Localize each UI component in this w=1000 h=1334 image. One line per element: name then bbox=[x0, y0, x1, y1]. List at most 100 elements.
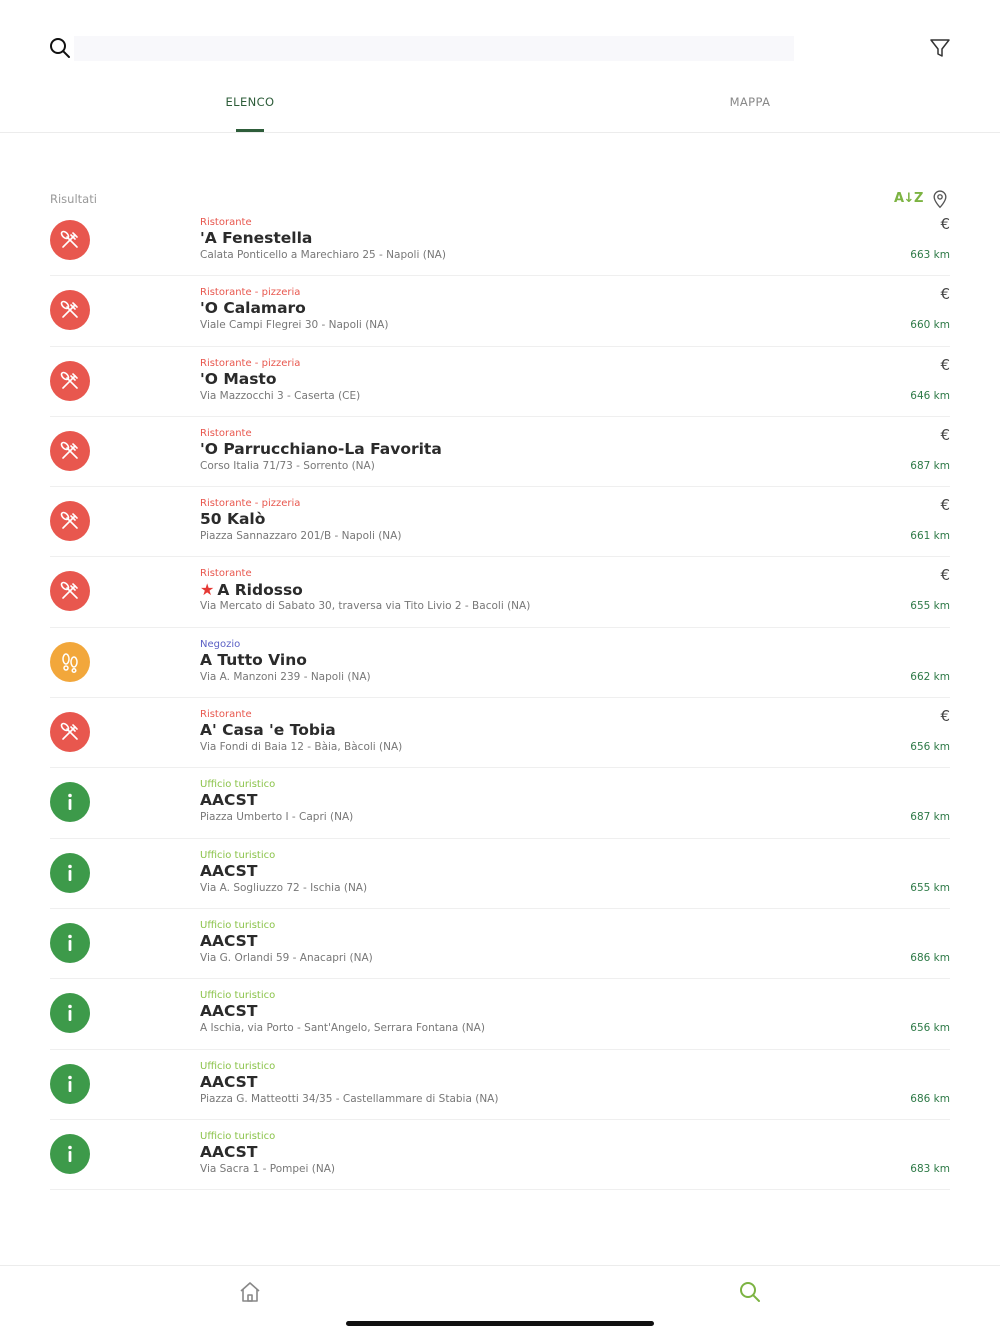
result-row[interactable]: Ufficio turistico AACST Via A. Sogliuzzo 7… bbox=[50, 839, 950, 909]
top-bar bbox=[0, 0, 1000, 80]
tab-elenco[interactable]: ELENCO bbox=[200, 80, 300, 133]
result-name: 'O Masto bbox=[200, 370, 277, 388]
result-category: Ristorante bbox=[200, 217, 252, 228]
result-name-text: 'A Fenestella bbox=[200, 229, 313, 247]
home-indicator bbox=[346, 1321, 654, 1326]
result-row[interactable]: Ristorante ★ A Ridosso Via Mercato di Sabat… bbox=[50, 557, 950, 628]
search-icon[interactable] bbox=[48, 36, 72, 60]
result-name-text: AACST bbox=[200, 1072, 258, 1091]
result-name-text: 'O Masto bbox=[200, 369, 277, 388]
restaurant-badge bbox=[50, 430, 90, 471]
result-name: A Tutto Vino bbox=[200, 651, 307, 669]
result-name: 'O Parrucchiano-La Favorita bbox=[200, 440, 442, 458]
result-address: Piazza Sannazzaro 201/B - Napoli (NA) bbox=[200, 530, 402, 543]
fork-knife-icon bbox=[58, 439, 82, 463]
result-category: Ristorante - pizzeria bbox=[200, 498, 301, 510]
result-name: AACST bbox=[200, 862, 257, 880]
fork-knife-icon bbox=[58, 579, 82, 603]
result-category: Ristorante bbox=[200, 709, 252, 721]
fork-knife-icon bbox=[58, 720, 82, 744]
result-name: AACST bbox=[200, 932, 257, 950]
result-name-text: A' Casa 'e Tobia bbox=[200, 721, 336, 740]
sort-alphabetical-button[interactable]: A↓Z bbox=[894, 191, 923, 206]
filter-icon[interactable] bbox=[928, 36, 952, 60]
result-row[interactable]: Ufficio turistico AACST Piazza Umberto I -… bbox=[50, 768, 950, 839]
result-row[interactable]: Ristorante A' Casa 'e Tobia Via Fondi di B… bbox=[50, 698, 950, 769]
result-distance: 656 km bbox=[910, 741, 950, 754]
result-name-text: A Tutto Vino bbox=[200, 650, 307, 669]
fork-knife-icon bbox=[58, 369, 82, 393]
nav-search-icon[interactable] bbox=[738, 1280, 762, 1304]
price-level: € bbox=[940, 215, 950, 233]
result-row[interactable]: Ristorante - pizzeria 'O Calamaro Viale Ca… bbox=[50, 276, 950, 347]
result-address: Via Sacra 1 - Pompei (NA) bbox=[200, 1162, 335, 1175]
result-row[interactable]: Ristorante - pizzeria 50 Kalò Piazza Sanna… bbox=[50, 487, 950, 558]
result-name: ★ A Ridosso bbox=[200, 580, 303, 599]
result-name-text: A Ridosso bbox=[217, 581, 303, 600]
price-level: € bbox=[940, 566, 950, 585]
result-address: Calata Ponticello a Marechiaro 25 - Napo… bbox=[200, 249, 446, 261]
result-distance: 687 km bbox=[910, 459, 950, 472]
result-name: 'O Calamaro bbox=[200, 299, 306, 317]
result-row[interactable]: Ufficio turistico AACST Via Sacra 1 - Pomp… bbox=[50, 1120, 950, 1191]
result-row[interactable]: Ristorante - pizzeria 'O Masto Via Mazzocc… bbox=[50, 347, 950, 417]
result-name-text: AACST bbox=[200, 791, 258, 810]
result-distance: 662 km bbox=[910, 670, 950, 683]
active-tab-indicator bbox=[236, 129, 264, 132]
result-name: AACST bbox=[200, 1143, 257, 1161]
result-category: Ristorante - pizzeria bbox=[200, 287, 301, 299]
result-address: Viale Campi Flegrei 30 - Napoli (NA) bbox=[200, 319, 389, 332]
result-row[interactable]: Ristorante 'A Fenestella Calata Ponticello… bbox=[50, 206, 950, 277]
result-address: Via A. Manzoni 239 - Napoli (NA) bbox=[200, 670, 371, 683]
result-row[interactable]: Ristorante 'O Parrucchiano-La Favorita Cor… bbox=[50, 417, 950, 488]
result-category: Negozio bbox=[200, 638, 241, 650]
footprints-icon bbox=[58, 650, 82, 674]
result-category: Ristorante - pizzeria bbox=[200, 357, 301, 369]
result-name-text: AACST bbox=[200, 1142, 258, 1161]
result-row[interactable]: Negozio A Tutto Vino Via A. Manzoni 239 - … bbox=[50, 628, 950, 699]
info-icon bbox=[58, 1072, 82, 1096]
shop-badge bbox=[50, 641, 90, 682]
result-distance: 686 km bbox=[910, 1092, 950, 1105]
result-distance: 656 km bbox=[910, 1022, 950, 1035]
tab-elenco-label: ELENCO bbox=[225, 95, 275, 109]
tab-mappa[interactable]: MAPPA bbox=[700, 80, 800, 133]
info-icon bbox=[58, 1001, 82, 1025]
restaurant-badge bbox=[50, 220, 90, 260]
result-address: Via G. Orlandi 59 - Anacapri (NA) bbox=[200, 951, 373, 964]
star-icon: ★ bbox=[200, 580, 215, 600]
home-icon[interactable] bbox=[238, 1280, 262, 1304]
view-tabs: ELENCO MAPPA bbox=[0, 80, 1000, 133]
restaurant-badge bbox=[50, 712, 90, 753]
result-row[interactable]: Ufficio turistico AACST Via G. Orlandi 59 … bbox=[50, 909, 950, 980]
info-icon bbox=[58, 790, 82, 814]
tourist-badge bbox=[50, 782, 90, 823]
result-name: A' Casa 'e Tobia bbox=[200, 721, 336, 739]
tourist-badge bbox=[50, 1063, 90, 1104]
result-name-text: 'O Parrucchiano-La Favorita bbox=[200, 439, 442, 458]
info-icon bbox=[58, 931, 82, 955]
result-category: Ufficio turistico bbox=[200, 1130, 276, 1142]
results-list: Ristorante 'A Fenestella Calata Ponticello… bbox=[50, 206, 950, 1191]
search-input[interactable] bbox=[74, 36, 794, 61]
result-address: Via Mazzocchi 3 - Caserta (CE) bbox=[200, 389, 361, 402]
result-row[interactable]: Ufficio turistico AACST A Ischia, via Port… bbox=[50, 979, 950, 1050]
result-category: Ristorante bbox=[200, 568, 252, 580]
result-name: AACST bbox=[200, 1073, 257, 1091]
result-name: 50 Kalò bbox=[200, 510, 265, 528]
result-distance: 663 km bbox=[910, 249, 950, 261]
result-category: Ufficio turistico bbox=[200, 990, 276, 1002]
result-name: AACST bbox=[200, 1002, 257, 1020]
result-row[interactable]: Ufficio turistico AACST Piazza G. Matteott… bbox=[50, 1050, 950, 1120]
result-category: Ufficio turistico bbox=[200, 1060, 276, 1072]
result-category: Ufficio turistico bbox=[200, 849, 276, 861]
fork-knife-icon bbox=[58, 298, 82, 322]
result-address: Piazza G. Matteotti 34/35 - Castellammar… bbox=[200, 1092, 499, 1105]
result-distance: 646 km bbox=[910, 389, 950, 402]
results-label: Risultati bbox=[50, 192, 97, 206]
restaurant-badge bbox=[50, 571, 90, 612]
result-category: Ufficio turistico bbox=[200, 779, 276, 791]
result-distance: 683 km bbox=[910, 1162, 950, 1175]
result-distance: 655 km bbox=[910, 600, 950, 613]
result-distance: 687 km bbox=[910, 811, 950, 824]
